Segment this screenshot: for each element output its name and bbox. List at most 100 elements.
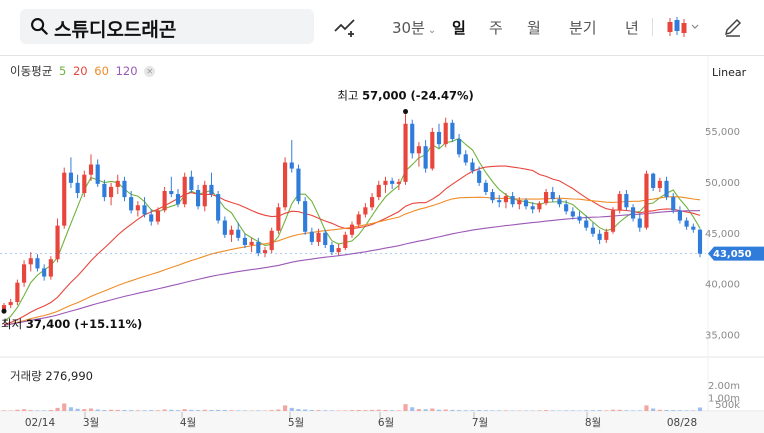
candle-body xyxy=(336,248,341,253)
candle-body xyxy=(343,234,348,249)
candle-body xyxy=(269,230,274,251)
volume-bar xyxy=(329,410,334,411)
volume-bar xyxy=(75,408,80,411)
volume-bar xyxy=(544,410,549,411)
candle-body xyxy=(517,200,522,205)
interval-year[interactable]: 년 xyxy=(625,17,639,38)
volume-bar xyxy=(570,410,575,411)
volume-bar xyxy=(483,410,488,411)
volume-tick-label: 500k xyxy=(715,400,740,411)
candle-body xyxy=(249,241,254,245)
volume-bar xyxy=(503,410,508,411)
candle-body xyxy=(617,194,622,211)
x-tick-label: 08/28 xyxy=(667,417,697,429)
volume-bar xyxy=(95,409,100,411)
volume-tick-label: 2.00m xyxy=(708,381,740,392)
candle-body xyxy=(363,207,368,215)
candle-body xyxy=(423,146,428,169)
interval-day[interactable]: 일 xyxy=(452,17,466,38)
candle-body xyxy=(450,122,455,140)
volume-bar xyxy=(430,408,435,411)
x-tick-label: 7월 xyxy=(472,417,488,429)
volume-bar xyxy=(436,409,442,411)
volume-bar xyxy=(584,410,589,411)
volume-bar xyxy=(450,409,455,411)
volume-bar xyxy=(236,410,241,411)
y-tick-label: 40,000 xyxy=(705,280,740,291)
candle-body xyxy=(8,302,13,306)
volume-bar xyxy=(196,410,201,411)
stock-search-box[interactable]: 스튜디오드래곤 xyxy=(20,9,314,44)
candle-body xyxy=(651,173,656,188)
interval-week[interactable]: 주 xyxy=(489,17,503,38)
volume-bar xyxy=(55,407,60,411)
volume-bar xyxy=(510,410,515,411)
candle-body xyxy=(590,227,595,234)
price-chart[interactable]: 55,00050,00045,00040,00035,0002.00m1.00m… xyxy=(0,56,764,433)
candle-body xyxy=(289,162,294,169)
interval-30min[interactable]: 30분 ⌄ xyxy=(392,17,436,38)
volume-bar xyxy=(289,407,294,411)
chevron-down-icon: ⌄ xyxy=(427,25,437,36)
candle-body xyxy=(22,264,27,283)
candle-body xyxy=(189,176,194,190)
volume-bar xyxy=(390,410,395,411)
candle-body xyxy=(262,250,268,254)
candle-body xyxy=(155,210,160,222)
candle-body xyxy=(684,220,689,227)
candle-body xyxy=(276,207,281,231)
low-label: 최저 37,400 (+15.11%) xyxy=(1,317,142,331)
candle-body xyxy=(570,211,575,217)
high-label: 최고 57,000 (-24.47%) xyxy=(337,89,473,103)
candle-type-icon[interactable] xyxy=(665,15,701,39)
candle-body xyxy=(135,205,140,211)
candle-body xyxy=(356,214,361,225)
candle-body xyxy=(436,131,442,145)
volume-bar xyxy=(109,409,114,411)
pencil-icon[interactable] xyxy=(722,16,744,38)
candle-body xyxy=(657,180,662,188)
x-tick-label: 4월 xyxy=(180,417,196,429)
candle-body xyxy=(597,233,602,240)
candle-body xyxy=(88,164,94,175)
volume-bar xyxy=(644,405,649,411)
high-marker xyxy=(403,109,409,115)
volume-bar xyxy=(175,410,181,411)
candle-body xyxy=(584,220,589,228)
candle-body xyxy=(610,210,616,232)
candle-body xyxy=(222,220,227,235)
volume-bar xyxy=(15,409,20,411)
candle-body xyxy=(396,181,401,184)
candle-body xyxy=(537,203,542,210)
interval-month[interactable]: 월 xyxy=(527,17,541,38)
volume-bar xyxy=(229,410,234,411)
candle-body xyxy=(557,199,562,205)
candle-body xyxy=(457,139,462,155)
volume-bar xyxy=(42,410,47,411)
volume-bar xyxy=(88,408,94,411)
volume-bar xyxy=(403,404,408,411)
candle-body xyxy=(55,225,60,260)
interval-quarter[interactable]: 분기 xyxy=(569,17,597,38)
candle-body xyxy=(390,180,395,184)
candle-body xyxy=(75,182,80,194)
candle-body xyxy=(309,231,314,242)
candle-body xyxy=(283,162,288,208)
candle-body xyxy=(242,237,247,245)
volume-bar xyxy=(8,410,13,411)
candle-body xyxy=(677,210,682,221)
candle-body xyxy=(604,231,609,240)
volume-bar xyxy=(564,410,569,411)
volume-bar xyxy=(35,410,40,411)
add-indicator-icon[interactable] xyxy=(333,16,357,38)
candle-body xyxy=(510,196,515,205)
candle-body xyxy=(416,146,421,154)
volume-bar xyxy=(115,409,120,411)
candle-body xyxy=(303,201,308,232)
candle-body xyxy=(697,229,703,254)
volume-bar xyxy=(577,410,582,411)
volume-bar xyxy=(691,410,696,411)
candle-body xyxy=(82,174,87,194)
y-tick-label: 45,000 xyxy=(705,229,740,240)
volume-bar xyxy=(82,409,87,411)
